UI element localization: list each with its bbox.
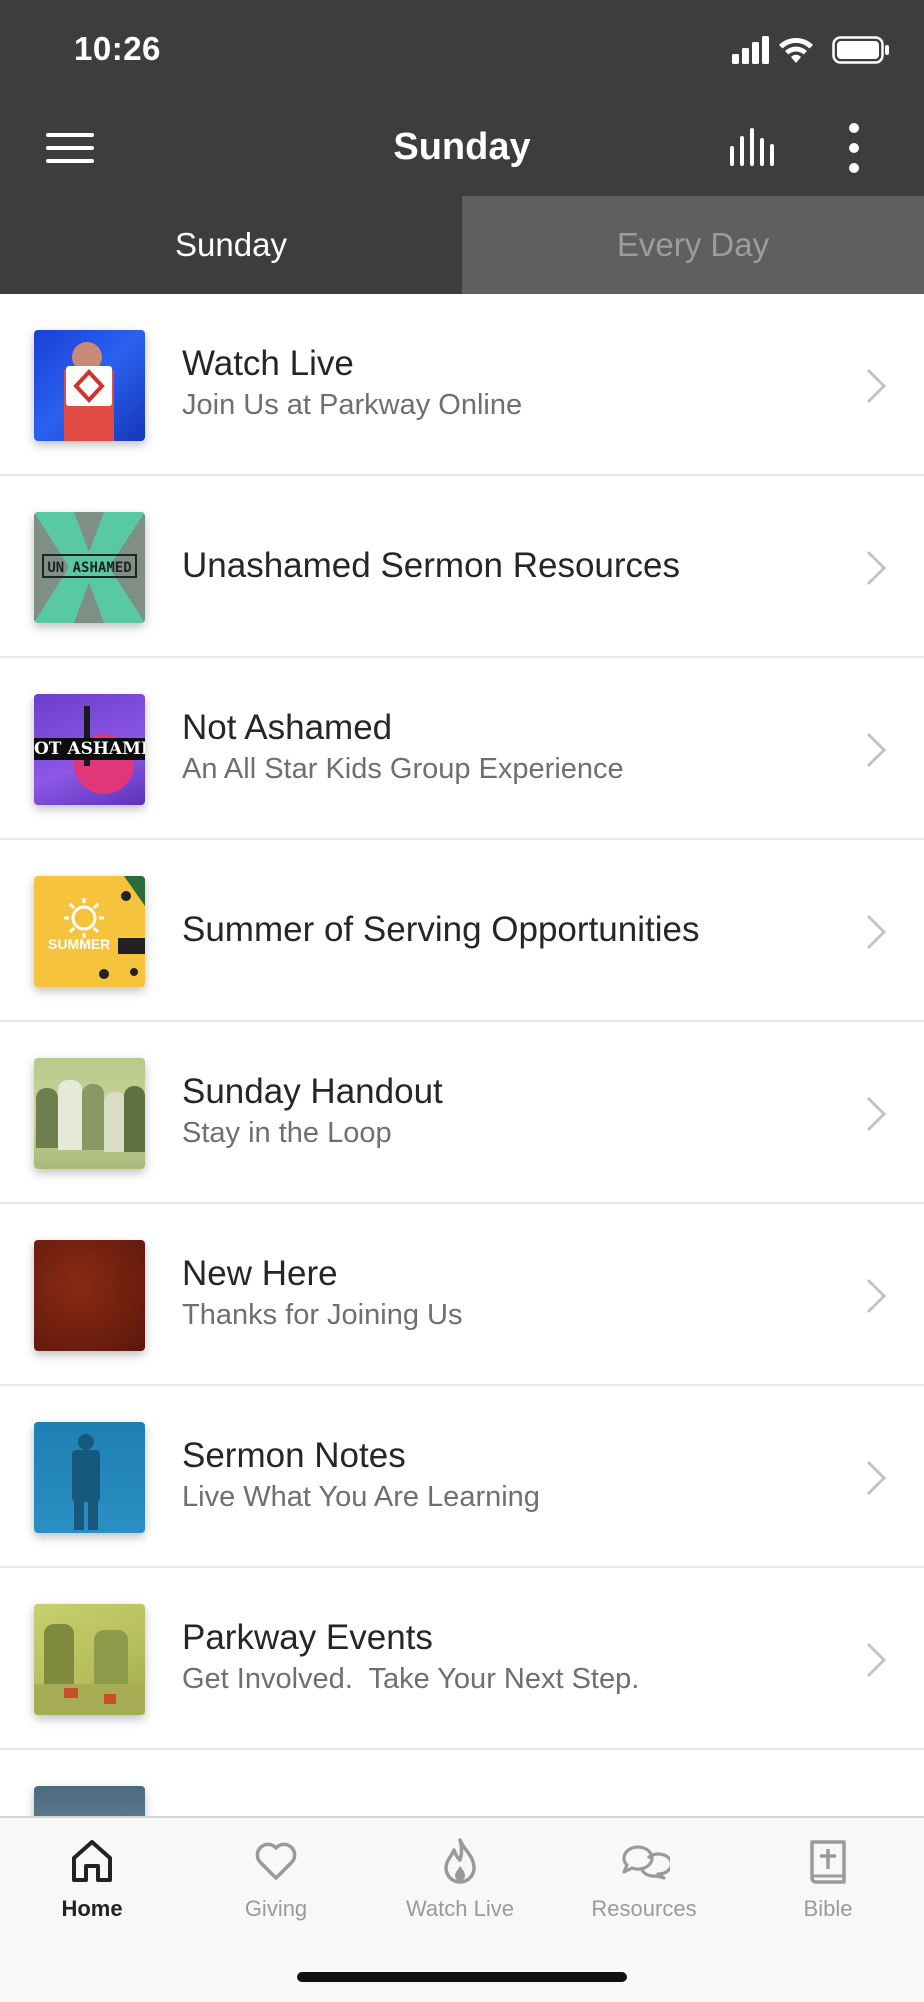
tab-label: Giving bbox=[244, 1896, 308, 1921]
tab-label: Resources bbox=[591, 1896, 697, 1921]
item-title: Not Ashamed bbox=[182, 708, 393, 747]
list-item-summer-of-serving[interactable]: SUMMER Summer of Serving Opportunities bbox=[0, 840, 924, 1022]
item-title: Summer of Serving Opportunities bbox=[182, 910, 700, 949]
list-item-unashamed-sermon-resources[interactable]: UN ASHAMED Unashamed Sermon Resources bbox=[0, 476, 924, 658]
list-item-partial[interactable] bbox=[0, 1750, 924, 1816]
chevron-right-icon bbox=[866, 1096, 887, 1132]
item-subtitle: An All Star Kids Group Experience bbox=[182, 753, 624, 785]
new-here-thumbnail bbox=[34, 1240, 145, 1351]
home-indicator bbox=[297, 1972, 627, 1982]
tab-every-day[interactable]: Every Day bbox=[462, 196, 924, 294]
tab-watch-live[interactable]: Watch Live bbox=[368, 1818, 552, 1938]
status-bar: 10:26 bbox=[0, 0, 924, 100]
unashamed-thumbnail: UN ASHAMED bbox=[34, 512, 145, 623]
page-title: Sunday bbox=[393, 126, 531, 168]
chevron-right-icon bbox=[866, 1460, 887, 1496]
item-title: Parkway Events bbox=[182, 1618, 433, 1657]
flame-icon bbox=[444, 1838, 476, 1884]
signal-icon bbox=[732, 36, 769, 64]
thumb-text: OT ASHAME bbox=[34, 739, 145, 759]
chevron-right-icon bbox=[866, 368, 887, 404]
not-ashamed-thumbnail: OT ASHAME bbox=[34, 694, 145, 805]
heart-icon bbox=[255, 1842, 297, 1880]
item-title: Unashamed Sermon Resources bbox=[182, 546, 681, 585]
audio-bars-icon bbox=[730, 128, 774, 166]
item-subtitle: Live What You Are Learning bbox=[182, 1481, 540, 1513]
bible-icon bbox=[810, 1840, 846, 1884]
item-title: Sermon Notes bbox=[182, 1436, 406, 1475]
list-item-new-here[interactable]: New Here Thanks for Joining Us bbox=[0, 1204, 924, 1386]
item-subtitle: Stay in the Loop bbox=[182, 1117, 392, 1149]
content-list: Watch Live Join Us at Parkway Online UN … bbox=[0, 294, 924, 1816]
list-item-sermon-notes[interactable]: Sermon Notes Live What You Are Learning bbox=[0, 1386, 924, 1568]
chevron-right-icon bbox=[866, 1278, 887, 1314]
wifi-icon bbox=[779, 37, 813, 63]
thumb-text: UN ASHAMED bbox=[42, 554, 137, 578]
partial-thumbnail bbox=[34, 1786, 145, 1816]
thumb-text: SUMMER bbox=[48, 936, 111, 952]
tab-label: Watch Live bbox=[405, 1896, 514, 1921]
status-time: 10:26 bbox=[74, 30, 161, 67]
item-subtitle: Join Us at Parkway Online bbox=[182, 389, 523, 421]
list-item-watch-live[interactable]: Watch Live Join Us at Parkway Online bbox=[0, 294, 924, 476]
top-navigation-bar: Sunday bbox=[0, 100, 924, 196]
chevron-right-icon bbox=[866, 1642, 887, 1678]
summer-of-serving-thumbnail: SUMMER bbox=[34, 876, 145, 987]
home-icon bbox=[72, 1840, 112, 1882]
list-item-sunday-handout[interactable]: Sunday Handout Stay in the Loop bbox=[0, 1022, 924, 1204]
segmented-tabs: Sunday Every Day bbox=[0, 196, 924, 294]
item-title: Sunday Handout bbox=[182, 1072, 443, 1111]
item-subtitle: Thanks for Joining Us bbox=[182, 1299, 463, 1331]
tab-sunday[interactable]: Sunday bbox=[0, 196, 462, 294]
sunday-handout-thumbnail bbox=[34, 1058, 145, 1169]
battery-icon bbox=[832, 36, 889, 64]
chevron-right-icon bbox=[866, 550, 887, 586]
tab-giving[interactable]: Giving bbox=[184, 1818, 368, 1938]
item-title: New Here bbox=[182, 1254, 338, 1293]
watch-live-thumbnail bbox=[34, 330, 145, 441]
tab-bible[interactable]: Bible bbox=[736, 1818, 920, 1938]
chevron-right-icon bbox=[866, 914, 887, 950]
item-title: Watch Live bbox=[182, 344, 354, 383]
list-item-parkway-events[interactable]: Parkway Events Get Involved. Take Your N… bbox=[0, 1568, 924, 1750]
list-item-not-ashamed[interactable]: OT ASHAME Not Ashamed An All Star Kids G… bbox=[0, 658, 924, 840]
more-options-button[interactable] bbox=[824, 118, 884, 178]
tab-label: Home bbox=[61, 1896, 123, 1921]
chevron-right-icon bbox=[866, 732, 887, 768]
audio-button[interactable] bbox=[725, 118, 785, 178]
tab-label: Bible bbox=[803, 1896, 853, 1921]
sermon-notes-thumbnail bbox=[34, 1422, 145, 1533]
item-subtitle: Get Involved. Take Your Next Step. bbox=[182, 1663, 640, 1695]
tab-home[interactable]: Home bbox=[0, 1818, 184, 1938]
more-vertical-icon bbox=[849, 123, 859, 173]
parkway-events-thumbnail bbox=[34, 1604, 145, 1715]
tab-resources[interactable]: Resources bbox=[552, 1818, 736, 1938]
chat-bubbles-icon bbox=[622, 1845, 670, 1880]
